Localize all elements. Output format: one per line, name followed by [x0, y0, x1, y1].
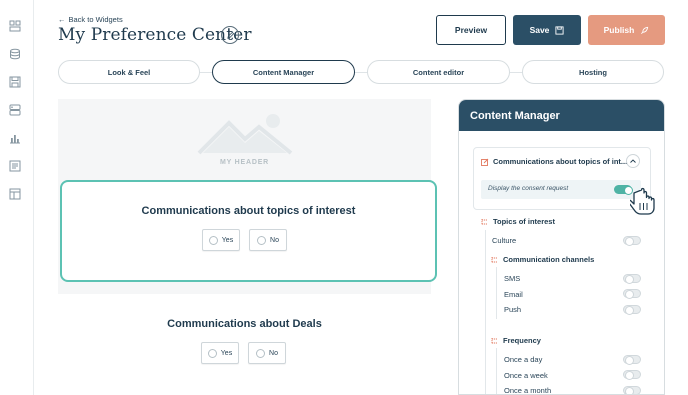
preview-button[interactable]: Preview [436, 15, 506, 45]
tab-label: Look & Feel [107, 67, 151, 77]
channel-item-label: Email [504, 290, 523, 299]
channel-push-toggle[interactable] [623, 305, 641, 315]
arrow-left-icon: ← [58, 15, 66, 24]
collapse-button[interactable] [626, 154, 640, 168]
channel-item-label: Push [504, 305, 522, 314]
block-title: Communications about Deals [167, 318, 322, 330]
tree-line [496, 348, 497, 394]
consent-section-header[interactable]: Communications about topics of int... [481, 157, 627, 166]
form-icon[interactable] [9, 160, 21, 172]
save-button-label: Save [529, 25, 550, 35]
widgets-icon[interactable] [9, 104, 21, 116]
save-button[interactable]: Save [513, 15, 581, 45]
pencil-icon [226, 31, 234, 39]
radio-icon [257, 235, 267, 245]
tab-label: Hosting [579, 67, 607, 77]
publish-button[interactable]: Publish [588, 15, 665, 45]
database-icon[interactable] [9, 48, 21, 60]
consent-toggle-row: Display the consent request [481, 180, 641, 199]
save-icon [555, 25, 564, 35]
header-placeholder[interactable]: MY HEADER [58, 99, 431, 179]
back-link-label: Back to Widgets [68, 15, 123, 24]
channel-sms-toggle[interactable] [623, 274, 641, 284]
radio-icon [207, 348, 217, 358]
layout-icon[interactable] [9, 20, 21, 32]
tab-hosting[interactable]: Hosting [522, 60, 664, 84]
radio-icon [208, 235, 218, 245]
consent-section-title: Communications about topics of int... [493, 157, 628, 166]
tab-look-and-feel[interactable]: Look & Feel [58, 60, 200, 84]
topics-title: Topics of interest [493, 217, 555, 226]
frequency-title: Frequency [503, 336, 541, 345]
panel-title: Content Manager [459, 100, 664, 131]
topics-group-title: Topics of interest [481, 217, 555, 226]
tree-icon [481, 218, 487, 225]
channel-email-toggle[interactable] [623, 289, 641, 299]
template-icon[interactable] [9, 188, 21, 200]
tab-content-editor[interactable]: Content editor [367, 60, 510, 84]
channels-group-title: Communication channels [491, 255, 594, 264]
consent-block-deals[interactable]: Communications about Deals Yes No [58, 294, 431, 395]
tab-content-manager[interactable]: Content Manager [212, 60, 355, 84]
image-placeholder-icon [197, 114, 293, 155]
topic-item-label: Culture [492, 236, 517, 245]
no-label: No [269, 349, 278, 357]
yes-label: Yes [221, 236, 234, 244]
no-option[interactable]: No [249, 229, 287, 251]
yes-option[interactable]: Yes [201, 342, 239, 364]
frequency-group-title: Frequency [491, 336, 541, 345]
tab-label: Content Manager [252, 67, 315, 77]
hand-cursor-icon [630, 187, 655, 215]
rocket-icon [641, 26, 649, 34]
frequency-day-toggle[interactable] [623, 355, 641, 365]
save-icon[interactable] [9, 76, 21, 88]
tree-line [496, 267, 497, 319]
radio-icon [256, 348, 266, 358]
tree-line [485, 230, 486, 394]
no-label: No [270, 236, 279, 244]
topic-culture-toggle[interactable] [623, 236, 641, 246]
block-title: Communications about topics of interest [141, 205, 356, 217]
frequency-item-label: Once a month [504, 386, 552, 395]
chevron-up-icon [630, 159, 636, 163]
header-placeholder-label: MY HEADER [219, 159, 270, 166]
publish-button-label: Publish [603, 25, 635, 35]
yes-option[interactable]: Yes [202, 229, 240, 251]
frequency-item-label: Once a week [504, 371, 548, 380]
edit-square-icon [481, 158, 489, 166]
consent-label: Display the consent request [488, 185, 569, 192]
preview-button-label: Preview [454, 25, 488, 35]
frequency-week-toggle[interactable] [623, 370, 641, 380]
tab-label: Content editor [412, 67, 465, 77]
yes-label: Yes [220, 349, 233, 357]
no-option[interactable]: No [248, 342, 286, 364]
content-manager-panel: Content Manager Communications about top… [458, 99, 665, 395]
consent-block-topics[interactable]: Communications about topics of interest … [60, 180, 437, 282]
left-rail [0, 0, 34, 395]
back-link[interactable]: ← Back to Widgets [58, 15, 123, 24]
chart-icon[interactable] [9, 132, 21, 144]
edit-title-button[interactable] [221, 26, 239, 44]
channel-item-label: SMS [504, 274, 521, 283]
tree-icon [491, 256, 497, 263]
frequency-month-toggle[interactable] [623, 386, 641, 394]
tree-icon [491, 337, 497, 344]
frequency-item-label: Once a day [504, 355, 543, 364]
channels-title: Communication channels [503, 255, 595, 264]
